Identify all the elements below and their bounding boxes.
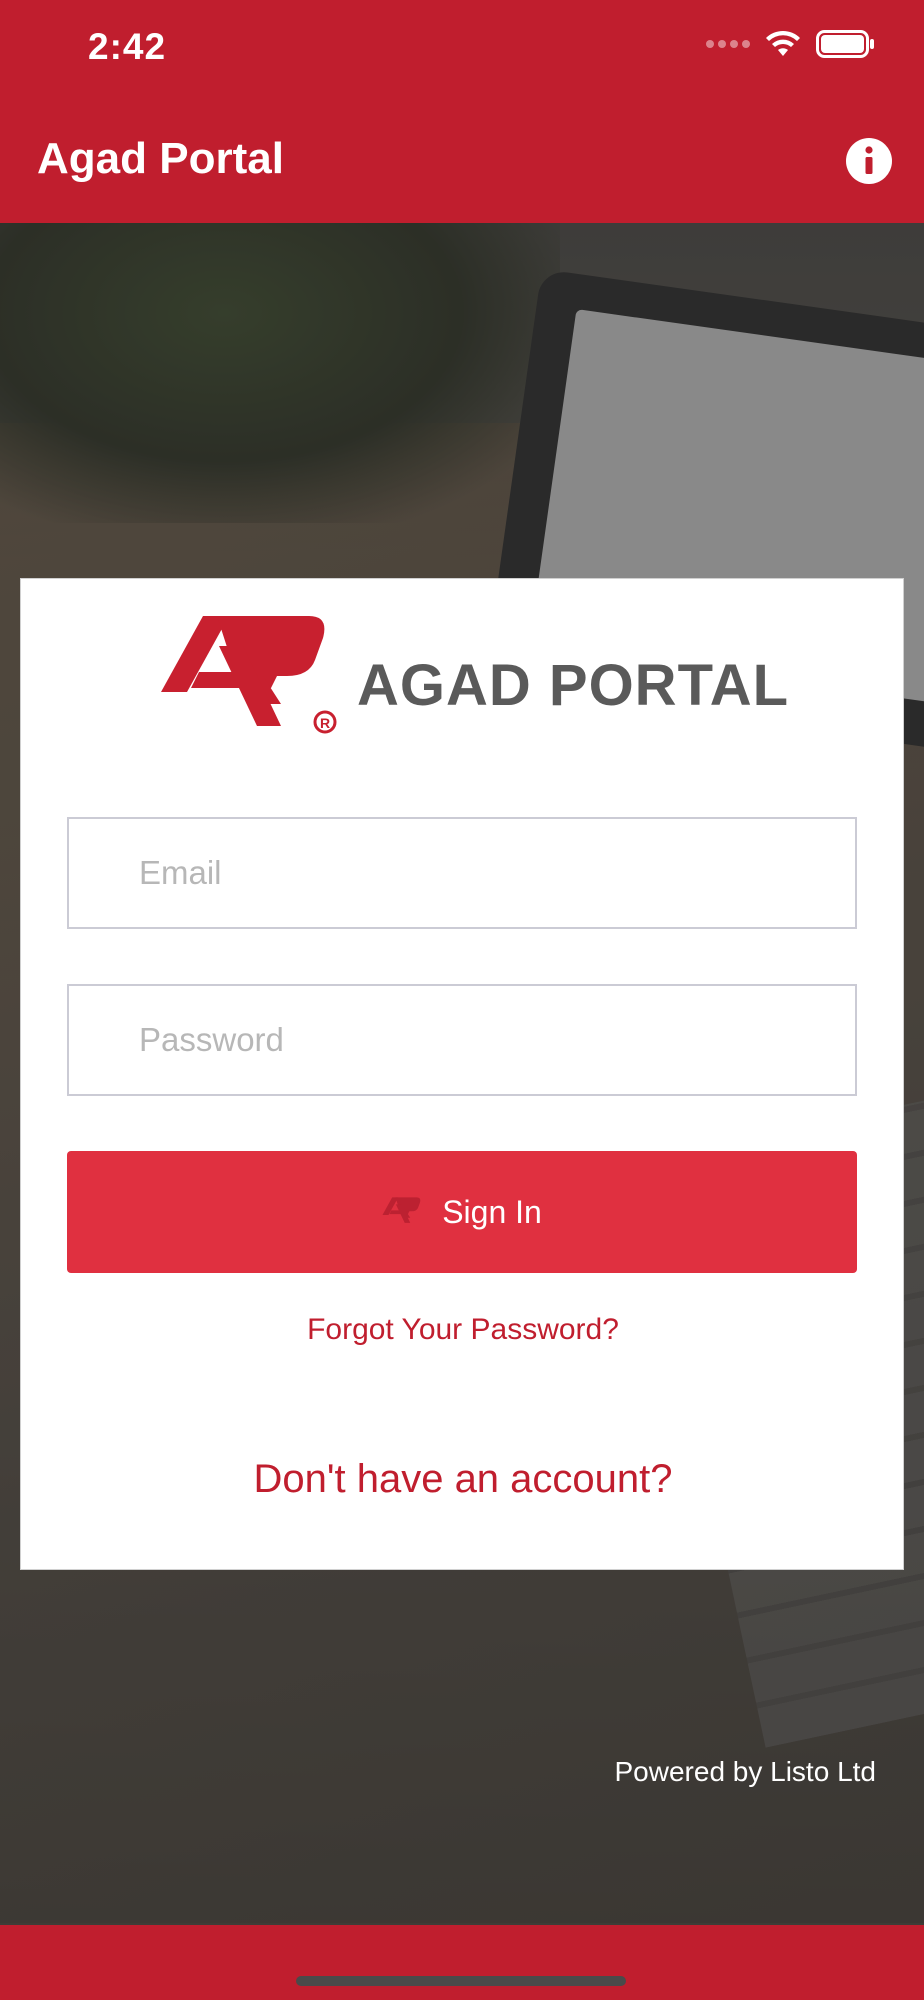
logo-mark-small-icon [382,1197,421,1223]
home-indicator[interactable] [296,1976,626,1986]
status-time: 2:42 [88,26,167,67]
create-account-link[interactable]: Don't have an account? [21,1457,905,1502]
battery-icon [816,30,874,58]
brand-logo: R AGAD PORTAL [159,614,788,754]
sign-in-label: Sign In [442,1193,542,1230]
forgot-password-link[interactable]: Forgot Your Password? [21,1313,905,1347]
bottom-bar [0,1925,924,2000]
page-title: Agad Portal [37,134,284,183]
powered-by-text: Powered by Listo Ltd [614,1756,877,1787]
email-field[interactable] [67,817,857,929]
password-field[interactable] [67,984,857,1096]
wifi-icon [766,30,800,56]
logo-text: AGAD PORTAL [357,653,790,718]
logo-mark-icon: R [161,616,337,734]
info-icon[interactable] [846,138,892,184]
login-card: R AGAD PORTAL Sign In Forgot Your Passwo… [20,578,904,1570]
svg-text:R: R [320,715,330,731]
status-bar: 2:42 [0,0,924,100]
status-icons [706,30,876,58]
password-input[interactable] [69,986,855,1094]
signal-icon [706,40,750,48]
nav-bar: Agad Portal [0,100,924,223]
email-input[interactable] [69,819,855,927]
sign-in-button[interactable]: Sign In [67,1151,857,1273]
